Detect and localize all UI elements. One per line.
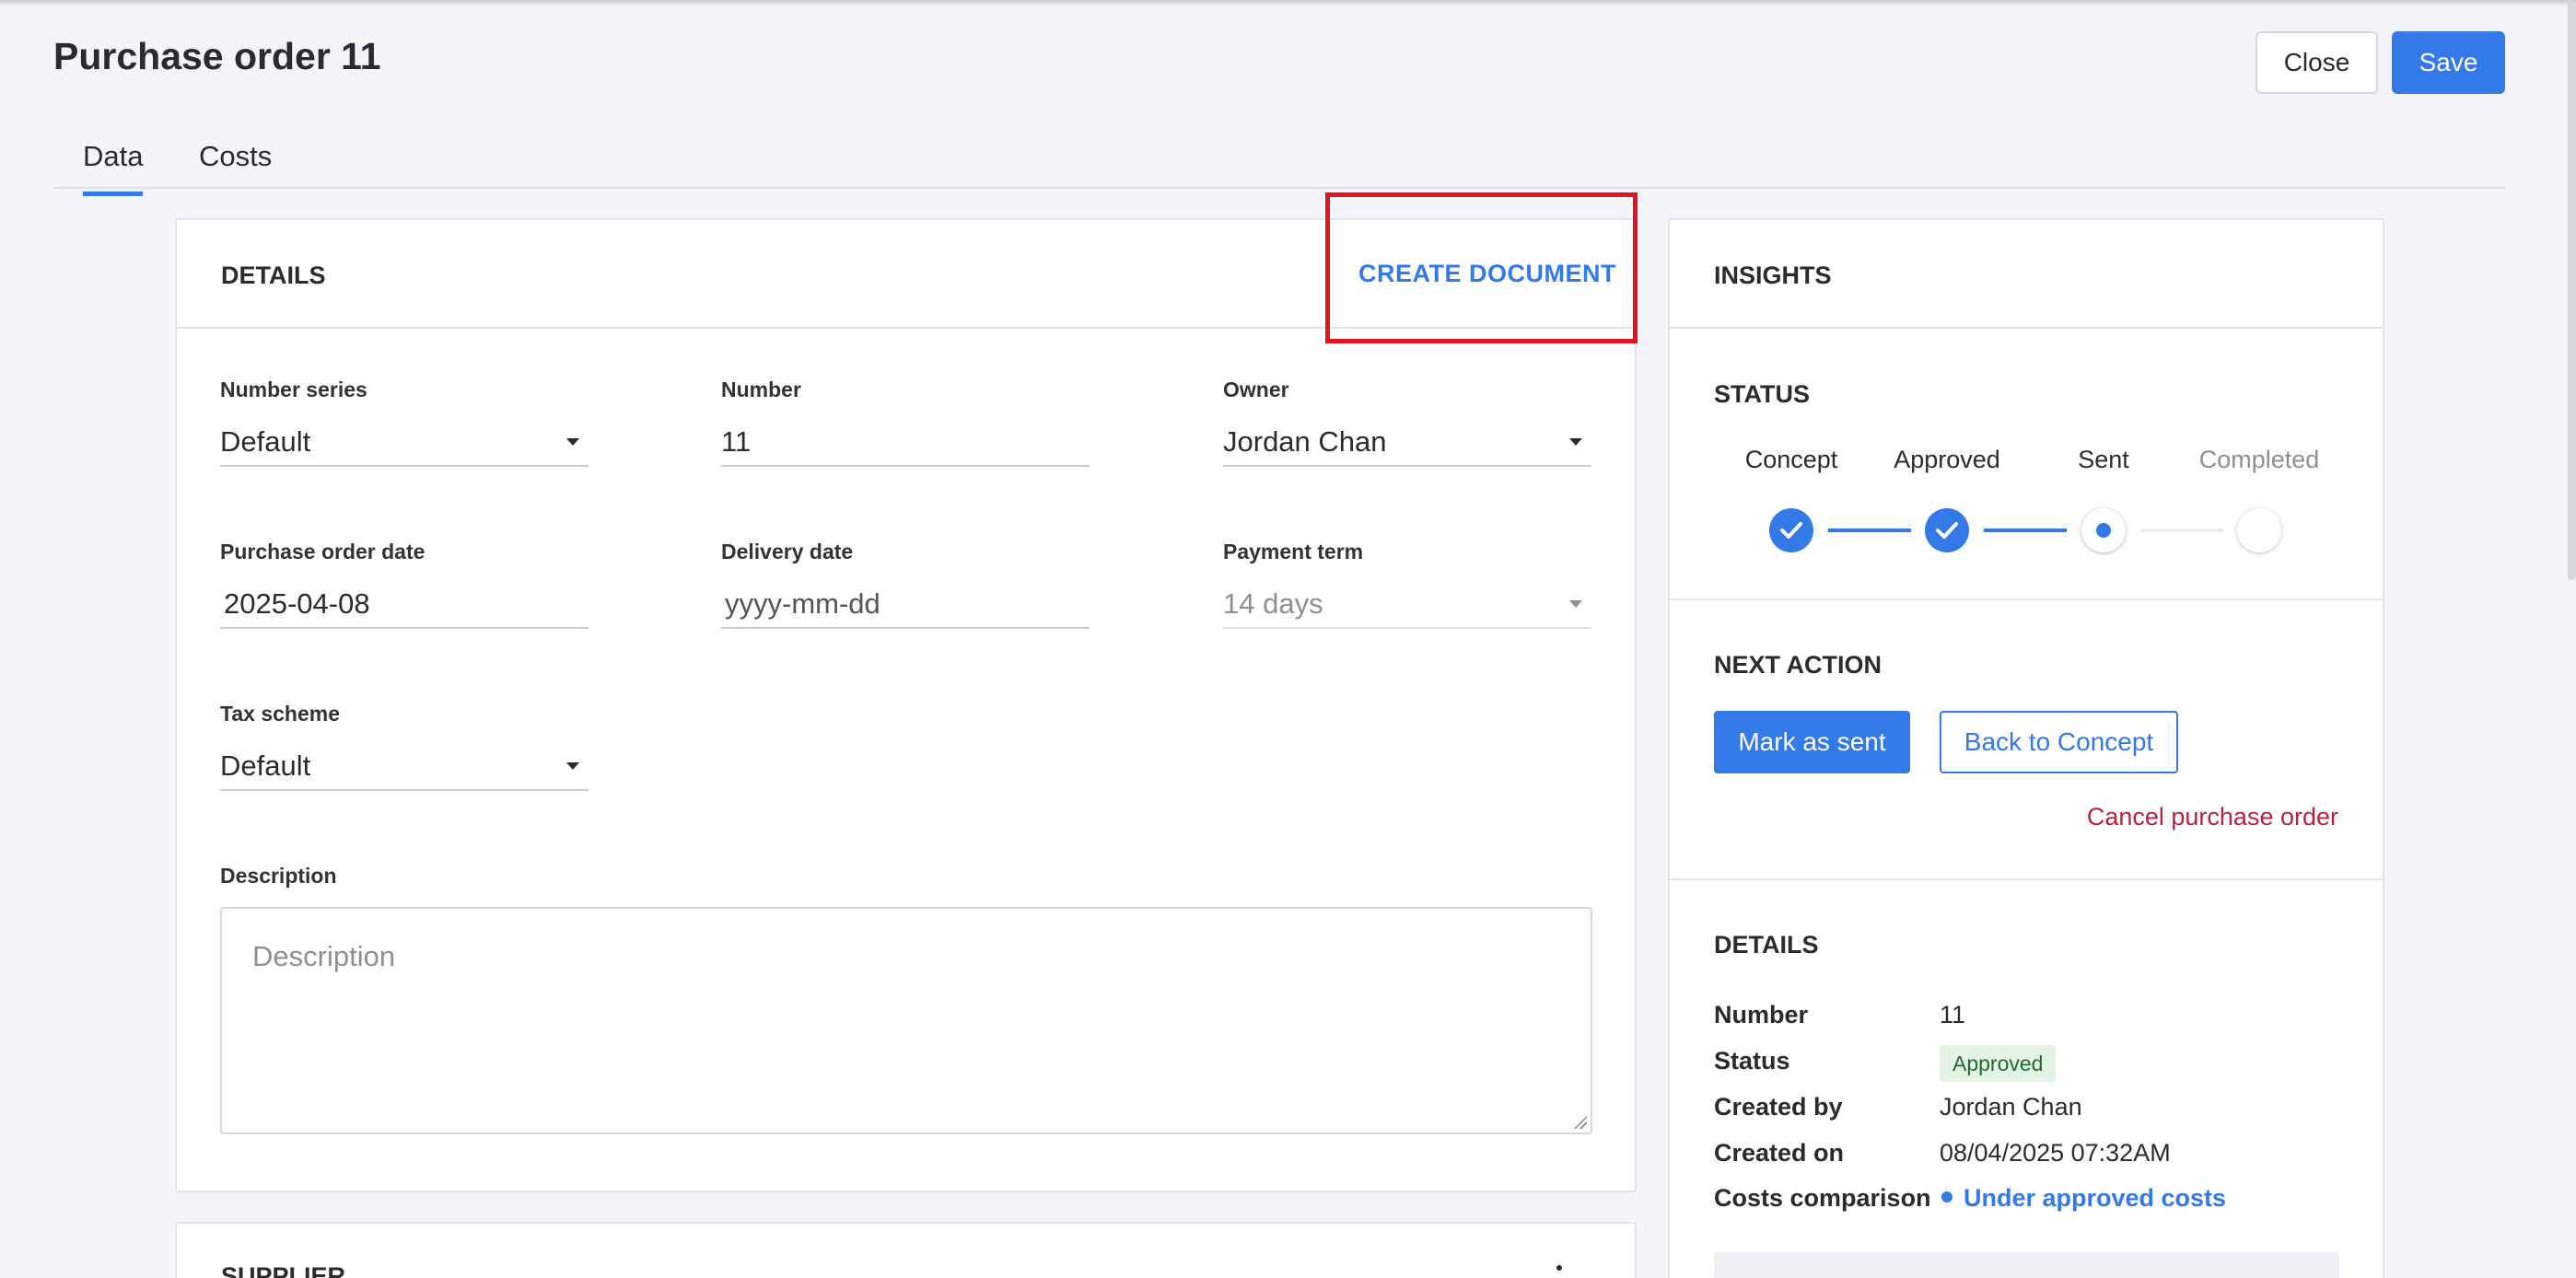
insights-details-title: DETAILS <box>1714 931 1819 958</box>
tab-data[interactable]: Data <box>83 140 144 196</box>
back-to-concept-button[interactable]: Back to Concept <box>1940 711 2178 773</box>
details-number-key: Number <box>1714 1001 1809 1028</box>
details-number-value: 11 <box>1940 1001 1966 1028</box>
cancel-purchase-order-link[interactable]: Cancel purchase order <box>2087 803 2338 831</box>
step-connector <box>1984 529 2067 532</box>
purchase-order-date-input[interactable]: 2025-04-08 <box>220 578 589 629</box>
details-created-by-key: Created by <box>1714 1093 1843 1121</box>
save-button[interactable]: Save <box>2392 31 2505 94</box>
insights-placeholder-block <box>1714 1252 2339 1278</box>
owner-label: Owner <box>1223 378 1289 401</box>
tax-scheme-value: Default <box>220 749 311 782</box>
status-badge: Approved <box>1940 1045 2057 1082</box>
description-placeholder: Description <box>252 940 396 972</box>
details-created-on-value: 08/04/2025 07:32AM <box>1940 1139 2171 1167</box>
page-scrollbar[interactable] <box>2568 0 2576 580</box>
description-textarea[interactable]: Description <box>220 907 1592 1134</box>
number-series-select[interactable]: Default <box>220 416 589 467</box>
step-sent-current <box>2081 508 2126 552</box>
number-series-value: Default <box>220 425 311 458</box>
page-title: Purchase order 11 <box>53 35 381 77</box>
number-series-label: Number series <box>220 378 367 401</box>
payment-term-label: Payment term <box>1223 540 1364 563</box>
tax-scheme-label: Tax scheme <box>220 702 340 726</box>
delivery-date-label: Delivery date <box>721 540 854 563</box>
close-button[interactable]: Close <box>2255 31 2378 94</box>
resize-handle-icon[interactable] <box>1572 1114 1587 1129</box>
tab-bar: Data Costs <box>53 129 2505 196</box>
tab-costs[interactable]: Costs <box>199 140 272 192</box>
details-status-key: Status <box>1714 1047 1790 1075</box>
check-icon <box>1780 522 1802 539</box>
supplier-title: SUPPLIER <box>221 1262 346 1278</box>
owner-value: Jordan Chan <box>1223 425 1387 458</box>
details-title: DETAILS <box>221 261 326 289</box>
more-options-icon[interactable] <box>1556 1265 1562 1271</box>
step-concept-done <box>1769 508 1813 552</box>
step-connector <box>2140 529 2223 532</box>
insights-title: INSIGHTS <box>1714 261 1832 289</box>
check-icon <box>1936 522 1958 539</box>
number-value: 11 <box>721 425 752 458</box>
step-label-completed: Completed <box>2198 446 2320 473</box>
payment-term-select[interactable]: 14 days <box>1223 578 1591 629</box>
chevron-down-icon <box>566 438 579 446</box>
owner-select[interactable]: Jordan Chan <box>1223 416 1591 467</box>
description-label: Description <box>220 864 337 888</box>
next-action-title: NEXT ACTION <box>1714 651 1882 679</box>
step-approved-done <box>1925 508 1969 552</box>
step-connector <box>1828 529 1911 532</box>
mark-as-sent-button[interactable]: Mark as sent <box>1714 711 1910 773</box>
highlight-box <box>1325 192 1638 343</box>
tax-scheme-select[interactable]: Default <box>220 740 589 791</box>
supplier-card: SUPPLIER <box>175 1222 1637 1278</box>
delivery-date-placeholder: yyyy-mm-dd <box>725 587 880 620</box>
details-created-by-value: Jordan Chan <box>1940 1093 2082 1121</box>
status-title: STATUS <box>1714 380 1810 408</box>
divider <box>1670 598 2383 600</box>
details-created-on-key: Created on <box>1714 1139 1845 1167</box>
details-costs-key: Costs comparison <box>1714 1184 1931 1212</box>
chevron-down-icon <box>1569 600 1582 608</box>
number-label: Number <box>721 378 801 401</box>
payment-term-value: 14 days <box>1223 587 1323 620</box>
insights-card-header: INSIGHTS <box>1670 220 2383 329</box>
purchase-order-date-value: 2025-04-08 <box>224 587 370 620</box>
delivery-date-input[interactable]: yyyy-mm-dd <box>721 578 1090 629</box>
chevron-down-icon <box>566 762 579 770</box>
number-input[interactable]: 11 <box>721 416 1090 467</box>
purchase-order-date-label: Purchase order date <box>220 540 425 563</box>
divider <box>1670 878 2383 880</box>
top-shadow <box>0 0 2576 6</box>
chevron-down-icon <box>1569 438 1582 446</box>
costs-comparison-link[interactable]: Under approved costs <box>1941 1184 2226 1213</box>
step-completed-todo <box>2237 508 2281 552</box>
